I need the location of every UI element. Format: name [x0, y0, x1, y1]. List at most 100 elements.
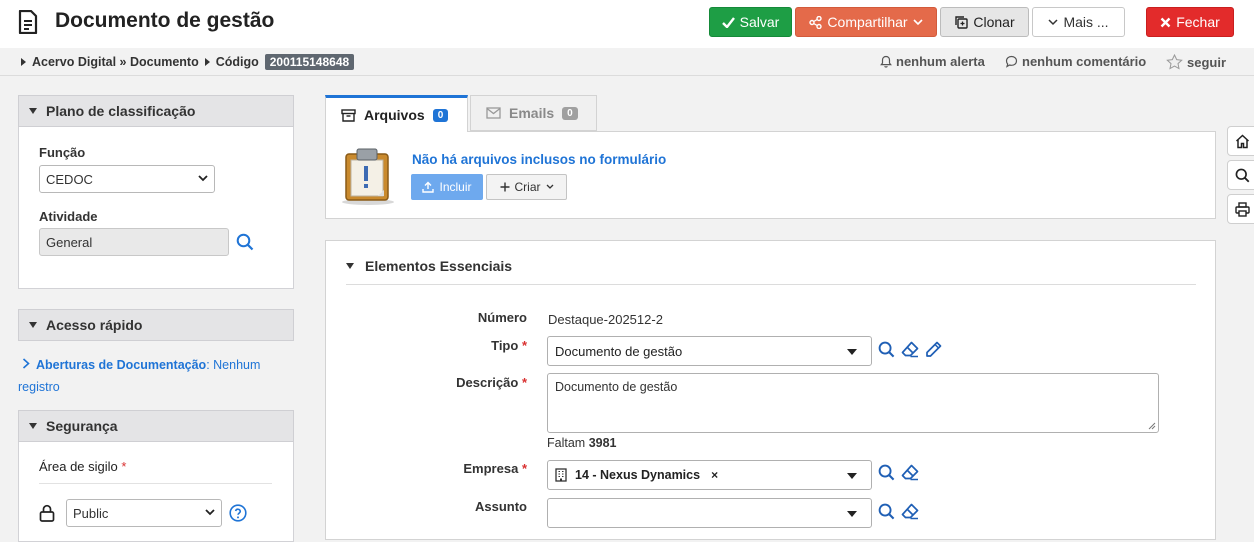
eraser-icon[interactable]: [901, 464, 919, 481]
caret-right-icon: [204, 58, 210, 66]
caret-down-icon: [29, 322, 37, 328]
area-label-text: Área de sigilo: [39, 459, 118, 474]
chevron-down-icon: [912, 18, 923, 26]
breadcrumb-item-codigo: Código: [215, 55, 259, 69]
help-icon[interactable]: [229, 504, 247, 522]
breadcrumb-bar: Acervo Digital » Documento Código 200115…: [0, 48, 1254, 76]
files-count-badge: 0: [432, 108, 449, 122]
printer-icon: [1234, 201, 1250, 217]
share-icon: [809, 15, 823, 29]
required-marker: *: [521, 338, 527, 353]
area-label: Área de sigilo *: [39, 459, 126, 474]
remaining-prefix: Faltam: [547, 436, 586, 450]
activity-field: General: [39, 228, 229, 256]
divider: [346, 284, 1196, 285]
alerts-link[interactable]: nenhum alerta: [880, 54, 985, 69]
comment-icon: [1005, 55, 1018, 68]
close-icon: [1160, 17, 1171, 28]
remove-tag-icon[interactable]: ×: [711, 468, 718, 482]
search-icon[interactable]: [878, 464, 895, 481]
include-label: Incluir: [439, 180, 472, 194]
empresa-value: 14 - Nexus Dynamics: [575, 468, 701, 482]
descricao-textarea[interactable]: Documento de gestão: [547, 373, 1159, 433]
follow-link[interactable]: seguir: [1166, 54, 1226, 70]
tipo-select[interactable]: Documento de gestão: [547, 336, 872, 366]
breadcrumb: Acervo Digital » Documento Código 200115…: [21, 54, 355, 70]
quick-access-title: Acesso rápido: [46, 317, 143, 333]
tipo-value: Documento de gestão: [555, 343, 683, 359]
quick-access-panel-header[interactable]: Acesso rápido: [18, 309, 294, 341]
search-icon[interactable]: [878, 503, 895, 520]
comments-label: nenhum comentário: [1022, 54, 1147, 69]
function-value: CEDOC: [46, 171, 93, 187]
essentials-panel: Elementos Essenciais Número Destaque-202…: [325, 240, 1216, 540]
share-button[interactable]: Compartilhar: [795, 7, 937, 37]
numero-label: Número: [477, 310, 527, 325]
caret-down-icon: [29, 108, 37, 114]
assunto-select[interactable]: [547, 498, 872, 528]
breadcrumb-item-acervo[interactable]: Acervo Digital » Documento: [32, 55, 199, 69]
no-files-message: Não há arquivos inclusos no formulário: [412, 152, 667, 167]
function-select[interactable]: CEDOC: [39, 165, 215, 193]
caret-down-icon: [847, 511, 857, 517]
building-icon: [555, 468, 567, 482]
caret-down-icon: [847, 473, 857, 479]
star-icon: [1166, 54, 1183, 70]
comments-link[interactable]: nenhum comentário: [1005, 54, 1146, 69]
clone-button[interactable]: Clonar: [940, 7, 1029, 37]
essentials-title: Elementos Essenciais: [365, 258, 513, 274]
more-button[interactable]: Mais ...: [1032, 7, 1125, 37]
save-button[interactable]: Salvar: [709, 7, 792, 37]
search-button[interactable]: [1227, 160, 1254, 190]
clipboard-icon: [340, 146, 396, 206]
search-icon: [1235, 168, 1250, 183]
resize-handle-icon[interactable]: [1148, 422, 1156, 430]
files-panel: Não há arquivos inclusos no formulário I…: [325, 131, 1216, 219]
create-label: Criar: [514, 180, 541, 194]
security-panel-header[interactable]: Segurança: [18, 410, 294, 442]
print-button[interactable]: [1227, 194, 1254, 224]
follow-label: seguir: [1187, 54, 1227, 70]
required-marker: *: [521, 375, 527, 390]
empresa-label-text: Empresa: [463, 461, 519, 476]
tab-emails[interactable]: Emails 0: [470, 95, 597, 131]
plus-icon: [500, 182, 510, 192]
empresa-select[interactable]: 14 - Nexus Dynamics ×: [547, 460, 872, 490]
code-badge: 200115148648: [264, 54, 355, 70]
chevron-down-icon: [205, 509, 215, 516]
home-icon: [1235, 133, 1250, 149]
area-value: Public: [73, 505, 109, 521]
close-button[interactable]: Fechar: [1146, 7, 1234, 37]
eraser-icon[interactable]: [901, 503, 919, 520]
quick-access-item[interactable]: Aberturas de Documentação: Nenhum regist…: [18, 354, 294, 398]
area-select[interactable]: Public: [66, 499, 222, 527]
pencil-icon[interactable]: [925, 341, 942, 358]
caret-down-icon: [847, 349, 857, 355]
check-icon: [721, 16, 735, 28]
include-file-button[interactable]: Incluir: [411, 174, 483, 200]
chevron-down-icon: [198, 175, 208, 182]
document-icon: [18, 10, 38, 34]
chevron-down-icon: [1048, 18, 1058, 26]
search-icon[interactable]: [236, 233, 254, 251]
quick-access-link[interactable]: Aberturas de Documentação: [36, 358, 206, 372]
alerts-label: nenhum alerta: [896, 54, 985, 69]
tab-arquivos-label: Arquivos: [364, 107, 425, 123]
tipo-label: Tipo *: [407, 338, 527, 353]
create-file-button[interactable]: Criar: [486, 174, 567, 200]
descricao-label-text: Descrição: [456, 375, 519, 390]
descricao-label: Descrição *: [407, 375, 527, 390]
home-button[interactable]: [1227, 126, 1254, 156]
app-header: Documento de gestão Salvar Compartilhar …: [0, 0, 1254, 48]
eraser-icon[interactable]: [901, 341, 919, 358]
remaining-count: 3981: [588, 436, 617, 450]
empresa-label: Empresa *: [407, 461, 527, 476]
classification-panel-header[interactable]: Plano de classificação: [18, 95, 294, 127]
essentials-header[interactable]: Elementos Essenciais: [346, 258, 512, 274]
chevron-right-icon: [18, 354, 36, 376]
tipo-label-text: Tipo: [491, 338, 519, 353]
clone-label: Clonar: [973, 14, 1015, 30]
search-icon[interactable]: [878, 341, 895, 358]
descricao-value: Documento de gestão: [555, 380, 678, 394]
tab-arquivos[interactable]: Arquivos 0: [325, 95, 468, 132]
